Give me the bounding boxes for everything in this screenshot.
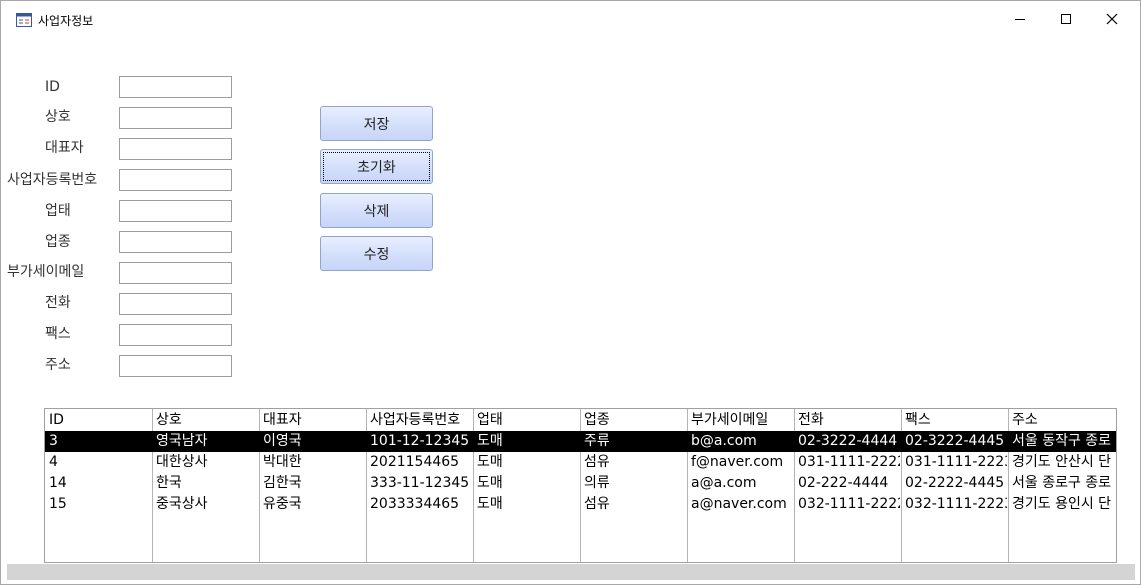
table-cell: 이영국 [263,433,302,449]
reset-button[interactable]: 초기화 [320,149,433,184]
table-cell: 중국상사 [156,496,208,512]
grid-column-header[interactable]: 팩스 [905,409,1007,431]
delete-button[interactable]: 삭제 [320,193,433,228]
grid-column-header[interactable]: 상호 [156,409,258,431]
label-business-type: 업태 [45,203,71,219]
grid-column-header[interactable]: ID [49,409,151,431]
grid-column-header[interactable]: 사업자등록번호 [370,409,472,431]
table-cell: 032-1111-2222 [798,496,900,512]
grid-column-header[interactable]: 대표자 [263,409,365,431]
table-row[interactable]: 3 영국남자 이영국 101-12-12345 도매 주류 b@a.com 02-3222-4… [45,431,1116,452]
label-business-reg-number: 사업자등록번호 [7,172,98,188]
minimize-icon [1015,19,1025,20]
window-title: 사업자정보 [38,14,94,28]
title-bar: 사업자정보 [1,1,1140,37]
save-button[interactable]: 저장 [320,106,433,141]
label-phone: 전화 [45,295,71,311]
table-cell: 3 [49,433,58,449]
table-cell: b@a.com [691,433,757,449]
table-cell: 경기도 용인시 단 [1012,496,1112,512]
table-cell: 031-1111-2223 [905,454,1007,470]
table-cell: 15 [49,496,67,512]
table-cell: 한국 [156,475,182,491]
table-row[interactable]: 14 한국 김한국 333-11-12345 도매 의류 a@a.com 02-222-444… [45,473,1116,494]
table-cell: 02-2222-4445 [905,475,1005,491]
table-cell: 2033334465 [370,496,460,512]
business-type-field[interactable] [119,200,232,222]
label-company-name: 상호 [45,109,71,125]
grid-column-header[interactable]: 부가세이메일 [691,409,793,431]
table-cell: 031-1111-2222 [798,454,900,470]
label-fax: 팩스 [45,326,71,342]
table-cell: 032-1111-2223 [905,496,1007,512]
close-button[interactable] [1089,1,1135,37]
table-row[interactable]: 15 중국상사 유중국 2033334465 도매 섬유 a@naver.com 032-11… [45,494,1116,515]
grid-column-header[interactable]: 전화 [798,409,900,431]
table-cell: 02-3222-4445 [905,433,1005,449]
minimize-button[interactable] [997,1,1043,37]
address-field[interactable] [119,355,232,377]
table-cell: 14 [49,475,67,491]
table-cell: 경기도 안산시 단 [1012,454,1112,470]
label-id: ID [45,79,60,95]
business-data-grid[interactable]: ID 상호 대표자 사업자등록번호 업태 업종 부가세이메일 전화 팩스 주소 3 영국남자 이영국 10… [44,408,1117,563]
horizontal-scrollbar[interactable] [7,564,1135,580]
table-cell: 02-3222-4444 [798,433,898,449]
vat-email-field[interactable] [119,262,232,284]
label-vat-email: 부가세이메일 [7,264,85,280]
table-cell: 4 [49,454,58,470]
table-cell: a@naver.com [691,496,787,512]
fax-field[interactable] [119,324,232,346]
grid-column-header[interactable]: 업태 [477,409,579,431]
table-cell: 도매 [477,496,503,512]
phone-field[interactable] [119,293,232,315]
table-cell: 주류 [584,433,610,449]
form-icon [16,13,32,27]
label-representative: 대표자 [45,140,84,156]
company-name-field[interactable] [119,107,232,129]
maximize-icon [1061,14,1071,24]
table-cell: 섬유 [584,454,610,470]
table-cell: 333-11-12345 [370,475,470,491]
maximize-button[interactable] [1043,1,1089,37]
table-cell: 02-222-4444 [798,475,889,491]
table-cell: 영국남자 [156,433,208,449]
id-field[interactable] [119,76,232,98]
table-cell: 김한국 [263,475,302,491]
table-cell: 의류 [584,475,610,491]
table-cell: a@a.com [691,475,757,491]
table-row[interactable]: 4 대한상사 박대한 2021154465 도매 섬유 f@naver.com 031-111… [45,452,1116,473]
business-reg-number-field[interactable] [119,169,232,191]
table-cell: 대한상사 [156,454,208,470]
close-icon [1106,13,1118,25]
table-cell: 도매 [477,433,503,449]
table-cell: 101-12-12345 [370,433,470,449]
label-address: 주소 [45,357,71,373]
grid-column-header[interactable]: 업종 [584,409,686,431]
representative-field[interactable] [119,138,232,160]
table-cell: 유중국 [263,496,302,512]
table-cell: 서울 종로구 종로 [1012,475,1112,491]
table-cell: f@naver.com [691,454,784,470]
table-cell: 섬유 [584,496,610,512]
business-item-field[interactable] [119,231,232,253]
table-cell: 서울 동작구 종로 [1012,433,1112,449]
edit-button[interactable]: 수정 [320,236,433,271]
table-cell: 도매 [477,454,503,470]
table-cell: 박대한 [263,454,302,470]
app-window: 사업자정보 ID 상호 대표자 사업자등록번호 업태 업종 부가세이메일 전화 … [0,0,1141,585]
label-business-item: 업종 [45,234,71,250]
grid-column-header[interactable]: 주소 [1012,409,1114,431]
table-cell: 도매 [477,475,503,491]
table-cell: 2021154465 [370,454,460,470]
